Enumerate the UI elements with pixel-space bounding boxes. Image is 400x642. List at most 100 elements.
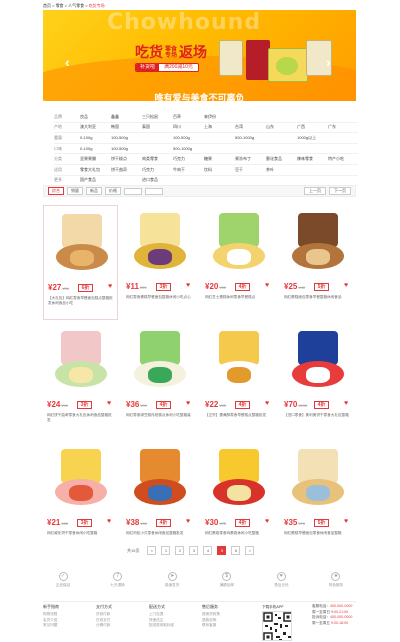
filter-option[interactable]: 三只松鼠 (142, 114, 173, 120)
product-image[interactable] (209, 327, 269, 397)
banner-prev-icon[interactable]: ‹ (65, 54, 70, 70)
pagination-next-button[interactable]: > (245, 546, 255, 555)
filter-option[interactable]: 豆干 (235, 167, 266, 173)
filter-option[interactable]: 鑫鑫 (111, 114, 142, 120)
favorite-heart-icon[interactable]: ♥ (344, 518, 348, 525)
footer-link[interactable]: 常见问题 (43, 623, 83, 629)
favorite-heart-icon[interactable]: ♥ (265, 282, 269, 289)
filter-option[interactable]: 国产食品 (80, 177, 111, 183)
product-card[interactable]: ¥24¥90 3折 ♥ 网红饼干曲奇零食大礼包休闲食品整箱批发 (43, 323, 118, 438)
sort-sales-button[interactable]: 销量 (67, 187, 83, 195)
filter-option[interactable]: 巧克力 (142, 167, 173, 173)
filter-option[interactable]: 500-1000g (173, 146, 204, 151)
product-title[interactable]: 网红威化饼干零食休闲小吃整箱 (47, 531, 115, 545)
filter-option[interactable]: 0-100g (80, 146, 111, 151)
product-title[interactable]: 网红零食绿豆糕传统糕点休闲小吃整箱装 (126, 413, 194, 427)
product-image[interactable] (51, 327, 111, 397)
filter-option[interactable]: 牛肉干 (173, 167, 204, 173)
filter-option[interactable]: 来伊份 (204, 114, 235, 120)
product-image[interactable] (130, 209, 190, 279)
favorite-heart-icon[interactable]: ♥ (186, 518, 190, 525)
product-card[interactable]: ¥38¥95 4折 ♥ 网红肉松小贝零食休闲食品整箱批发 (122, 441, 197, 556)
footer-link[interactable]: 联系客服 (202, 623, 242, 629)
product-card[interactable]: ¥35¥70 5折 ♥ 网红蛋糕早餐面包零食休闲食品整箱 (280, 441, 355, 556)
filter-option[interactable]: 泰国 (142, 124, 173, 130)
pagination-page-button[interactable]: 3 (189, 546, 199, 555)
filter-option[interactable]: 肉类零食 (142, 156, 173, 162)
footer-link[interactable]: 配送费收取标准 (149, 623, 189, 629)
breadcrumb-home[interactable]: 首页 (43, 3, 51, 8)
product-title[interactable]: 网红零食蛋糕早餐面包整箱休闲小吃点心 (126, 295, 194, 309)
product-image[interactable] (51, 445, 111, 515)
filter-option[interactable]: 100-500g (111, 146, 142, 151)
pagination-page-button[interactable]: 2 (175, 546, 185, 555)
filter-option[interactable]: 糖果 (204, 156, 235, 162)
favorite-heart-icon[interactable]: ♥ (186, 282, 190, 289)
product-card[interactable]: ¥25¥48 5折 ♥ 网红蛋糕面包零食早餐整箱休闲食品 (280, 205, 355, 320)
product-card[interactable]: ¥27¥59 6折 ♥ 【大礼包】网红零食早餐面包糕点整箱批发休闲食品小吃 (43, 205, 118, 320)
promo-banner[interactable]: Chowhound 吃货 零食 专场 返场 补货啦 满200减10元 ‹ › 唯有爱与美… (43, 10, 356, 101)
filter-option[interactable]: 进口食品 (142, 177, 173, 183)
sort-price-button[interactable]: 价格 (105, 187, 121, 195)
product-title[interactable]: 【大礼包】网红零食早餐面包糕点整箱批发休闲食品小吃 (48, 296, 116, 310)
filter-option[interactable]: 饼干糕点 (111, 156, 142, 162)
breadcrumb-item[interactable]: 人气零食 (68, 3, 84, 8)
banner-next-icon[interactable]: › (326, 54, 331, 70)
filter-option[interactable]: 饼干曲奇 (111, 167, 142, 173)
product-title[interactable]: 网红肉松小贝零食休闲食品整箱批发 (126, 531, 194, 545)
product-card[interactable]: ¥36¥99 4折 ♥ 网红零食绿豆糕传统糕点休闲小吃整箱装 (122, 323, 197, 438)
product-card[interactable]: ¥30¥75 4折 ♥ 网红蛋卷零食鸡蛋卷休闲小吃整箱 (201, 441, 276, 556)
filter-option[interactable]: 辣味零食 (297, 156, 328, 162)
product-title[interactable]: 网红蛋糕早餐面包零食休闲食品整箱 (284, 531, 352, 545)
filter-option[interactable]: 零食大礼包 (80, 167, 111, 173)
filter-option[interactable]: 良品 (80, 114, 111, 120)
price-max-input[interactable] (145, 187, 163, 195)
coupon-tag[interactable]: 补货啦 满200减10元 (135, 63, 199, 72)
pagination-prev-button[interactable]: < (147, 546, 157, 555)
filter-option[interactable]: 四川 (173, 124, 204, 130)
favorite-heart-icon[interactable]: ♥ (107, 400, 111, 407)
product-image[interactable] (130, 445, 190, 515)
price-min-input[interactable] (124, 187, 142, 195)
toolbar-prev-button[interactable]: 上一页 (304, 187, 326, 195)
product-image[interactable] (288, 445, 348, 515)
product-title[interactable]: 网红蛋卷零食鸡蛋卷休闲小吃整箱 (205, 531, 273, 545)
product-card[interactable]: ¥11¥36 3折 ♥ 网红零食蛋糕早餐面包整箱休闲小吃点心 (122, 205, 197, 320)
product-image[interactable] (209, 209, 269, 279)
product-title[interactable]: 【进口零食】奥利奥饼干零食大礼包整箱 (284, 413, 352, 427)
product-image[interactable] (130, 327, 190, 397)
filter-option[interactable]: 韩国 (111, 124, 142, 130)
product-card[interactable]: ¥20¥50 4折 ♥ 网红芝士蛋糕休闲零食早餐糕点 (201, 205, 276, 320)
sort-new-button[interactable]: 新品 (86, 187, 102, 195)
toolbar-next-button[interactable]: 下一页 (329, 187, 351, 195)
favorite-heart-icon[interactable]: ♥ (108, 283, 112, 290)
filter-option[interactable]: 100-500g (111, 135, 142, 140)
filter-option[interactable]: 广西 (297, 124, 328, 130)
product-image[interactable] (52, 210, 112, 280)
filter-option[interactable]: 特产小吃 (328, 156, 359, 162)
filter-option[interactable]: 茶叶 (266, 167, 297, 173)
product-card[interactable]: ¥70¥195 4折 ♥ 【进口零食】奥利奥饼干零食大礼包整箱 (280, 323, 355, 438)
filter-option[interactable]: 上海 (204, 124, 235, 130)
favorite-heart-icon[interactable]: ♥ (107, 518, 111, 525)
footer-link[interactable]: 分期付款 (96, 623, 136, 629)
pagination-page-button[interactable]: 5 (217, 546, 227, 555)
filter-option[interactable]: 坚果果脯 (80, 156, 111, 162)
filter-option[interactable]: 0-100g (80, 135, 111, 140)
filter-option[interactable]: 膨化食品 (266, 156, 297, 162)
filter-option[interactable]: 澳大利亚 (80, 124, 111, 130)
pagination-page-button[interactable]: 1 (161, 546, 171, 555)
breadcrumb-item[interactable]: 零食 (56, 3, 64, 8)
product-title[interactable]: 【正宗】蛋黄酥零食早餐糕点整箱批发 (205, 413, 273, 427)
product-title[interactable]: 网红芝士蛋糕休闲零食早餐糕点 (205, 295, 273, 309)
favorite-heart-icon[interactable]: ♥ (265, 518, 269, 525)
product-image[interactable] (288, 327, 348, 397)
filter-option[interactable]: 果冻布丁 (235, 156, 266, 162)
product-title[interactable]: 网红蛋糕面包零食早餐整箱休闲食品 (284, 295, 352, 309)
filter-option[interactable]: 100-500g (173, 135, 204, 140)
product-title[interactable]: 网红饼干曲奇零食大礼包休闲食品整箱批发 (47, 413, 115, 427)
filter-option[interactable]: 广东 (328, 124, 359, 130)
sort-default-button[interactable]: 综合 (48, 187, 64, 195)
pagination-page-button[interactable]: 6 (231, 546, 241, 555)
filter-option[interactable]: 500-1000g (235, 135, 266, 140)
